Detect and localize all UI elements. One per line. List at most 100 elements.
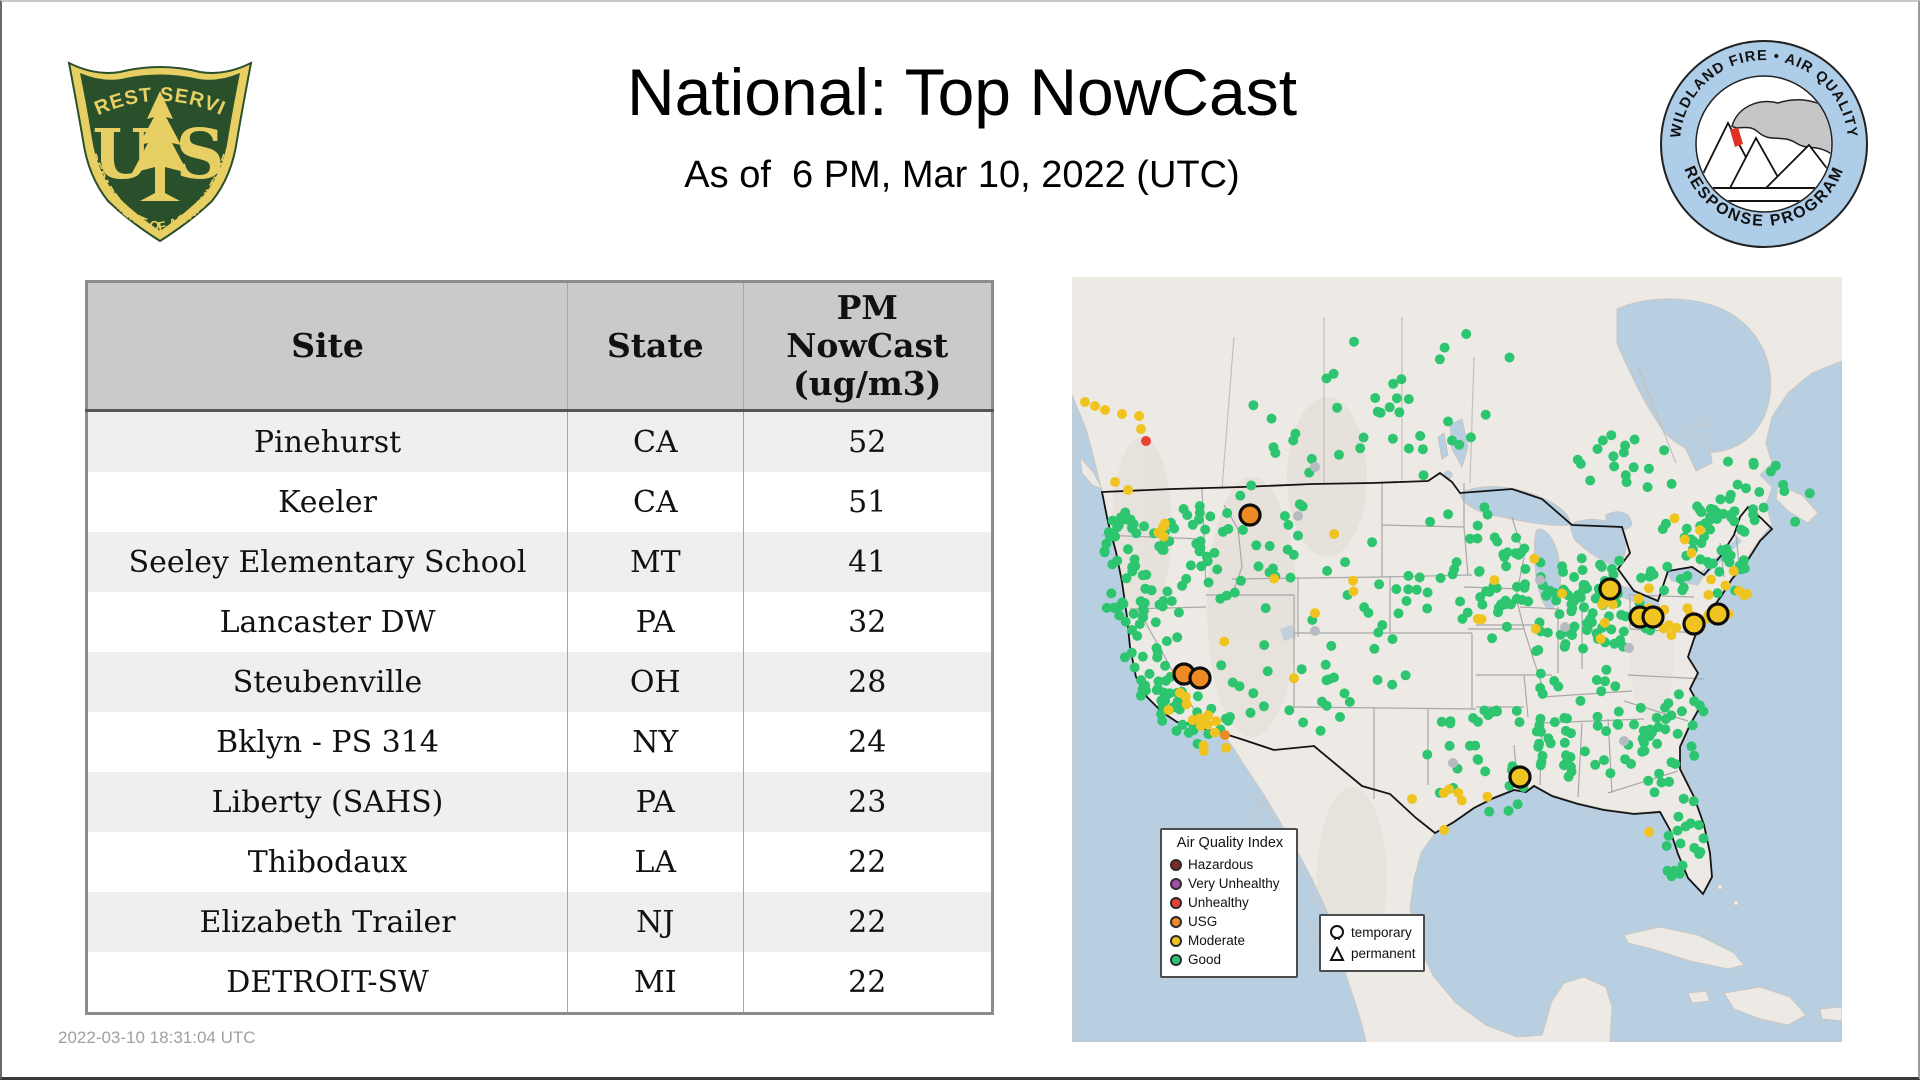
monitor-dot: [1681, 523, 1692, 534]
monitor-dot: [1710, 512, 1721, 522]
monitor-dot: [1118, 599, 1129, 609]
monitor-dot: [1669, 865, 1680, 876]
monitor-map: Air Quality Index Hazardous Very Unhealth…: [1072, 277, 1842, 1042]
table-header-row: Site State PM NowCast (ug/m3): [86, 281, 993, 412]
monitor-dot: [1694, 700, 1705, 711]
monitor-dot: [1482, 791, 1493, 802]
monitor-dot: [1607, 599, 1618, 610]
top-nowcast-table: Site State PM NowCast (ug/m3) Pinehurst C…: [85, 280, 994, 1015]
page-title: National: Top NowCast: [626, 55, 1298, 129]
monitor-dot: [1470, 740, 1481, 751]
monitor-dot: [1465, 432, 1476, 443]
wfaqrp-logo: WILDLAND FIRE • AIR QUALITY RESPONSE PRO…: [1660, 40, 1868, 248]
monitor-dot: [1248, 688, 1259, 699]
monitor-dot: [1559, 713, 1570, 723]
monitor-dot: [1393, 608, 1404, 619]
state-cell: PA: [567, 592, 744, 652]
monitor-dot: [1545, 738, 1556, 749]
monitor-dot: [1166, 596, 1177, 607]
monitor-dot: [1706, 574, 1716, 585]
monitor-dot: [1177, 580, 1188, 591]
monitor-dot: [1501, 621, 1512, 632]
pm-nowcast-cell: 22: [742, 952, 993, 1014]
monitor-dot: [1613, 706, 1624, 717]
monitor-dot: [1462, 607, 1473, 618]
aqi-legend-label: Unhealthy: [1188, 895, 1249, 910]
monitor-dot: [1686, 548, 1697, 558]
monitor-dot: [1499, 599, 1510, 610]
monitor-dot: [1321, 373, 1332, 384]
site-cell: Seeley Elementary School: [86, 532, 568, 592]
site-cell: Thibodaux: [86, 832, 568, 892]
monitor-dot: [1754, 487, 1765, 497]
monitor-dot: [1158, 531, 1169, 542]
monitor-dot: [1108, 602, 1119, 613]
monitor-dot: [1535, 668, 1546, 679]
monitor-dot: [1643, 463, 1654, 474]
monitor-dot: [1339, 688, 1350, 699]
monitor-dot: [1670, 759, 1681, 769]
monitor-dot: [1372, 675, 1383, 685]
aqi-color-dot-icon: [1170, 877, 1182, 890]
monitor-dot: [1595, 633, 1606, 644]
monitor-dot: [1553, 681, 1564, 692]
monitor-dot: [1724, 493, 1735, 504]
pm-nowcast-cell: 28: [742, 652, 993, 712]
monitor-dot: [1212, 564, 1223, 575]
monitor-dot: [1514, 717, 1525, 728]
monitor-dot: [1472, 754, 1483, 765]
table-row: Bklyn - PS 314 NY 24: [86, 712, 993, 772]
column-header-site: Site: [86, 281, 568, 412]
monitor-dot: [1422, 603, 1433, 614]
monitor-dot: [1669, 513, 1680, 524]
monitor-dot: [1673, 811, 1684, 822]
monitor-dot: [1310, 608, 1320, 619]
monitor-dot: [1235, 490, 1246, 501]
monitor-dot: [1080, 397, 1090, 407]
monitor-dot: [1741, 483, 1751, 494]
state-cell: LA: [567, 832, 744, 892]
state-cell: CA: [567, 410, 744, 472]
monitor-dot: [1181, 699, 1192, 710]
site-cell: Keeler: [86, 472, 568, 532]
generation-timestamp: 2022-03-10 18:31:04 UTC: [58, 1028, 256, 1047]
monitor-dot: [1203, 577, 1214, 588]
monitor-dot: [1103, 527, 1114, 538]
monitor-dot: [1192, 691, 1203, 702]
column-header-state: State: [567, 281, 744, 412]
monitor-dot: [1140, 680, 1151, 691]
monitor-dot: [1643, 775, 1654, 786]
monitor-dot: [1266, 413, 1277, 424]
monitor-dot: [1651, 712, 1662, 723]
monitor-dot: [1358, 432, 1369, 443]
site-cell: Steubenville: [86, 652, 568, 712]
monitor-dot: [1599, 755, 1609, 766]
monitor-dot: [1434, 354, 1445, 365]
monitor-dot: [1285, 572, 1296, 583]
monitor-dot: [1536, 757, 1547, 768]
monitor-dot: [1616, 609, 1627, 620]
monitor-dot: [1534, 738, 1545, 749]
monitor-dot: [1403, 394, 1414, 405]
monitor-dot: [1418, 470, 1429, 481]
monitor-dot: [1251, 540, 1262, 551]
aqi-legend-item: Moderate: [1170, 931, 1290, 950]
monitor-dot: [1673, 689, 1684, 700]
monitor-dot: [1355, 443, 1366, 454]
monitor-dot: [1245, 707, 1256, 718]
state-cell: CA: [567, 472, 744, 532]
monitor-dot: [1403, 570, 1414, 581]
monitor-dot: [1439, 342, 1450, 353]
monitor-dot: [1403, 443, 1414, 454]
table-row: Keeler CA 51: [86, 472, 993, 532]
monitor-dot: [1194, 501, 1205, 512]
site-cell: Elizabeth Trailer: [86, 892, 568, 952]
monitor-dot: [1693, 820, 1704, 831]
state-cell: MI: [567, 952, 744, 1014]
monitor-dot: [1606, 564, 1617, 574]
monitor-dot: [1223, 524, 1234, 534]
monitor-dot: [1223, 715, 1234, 726]
monitor-dot: [1138, 605, 1149, 616]
monitor-dot: [1609, 461, 1620, 472]
monitor-dot: [1663, 830, 1674, 841]
